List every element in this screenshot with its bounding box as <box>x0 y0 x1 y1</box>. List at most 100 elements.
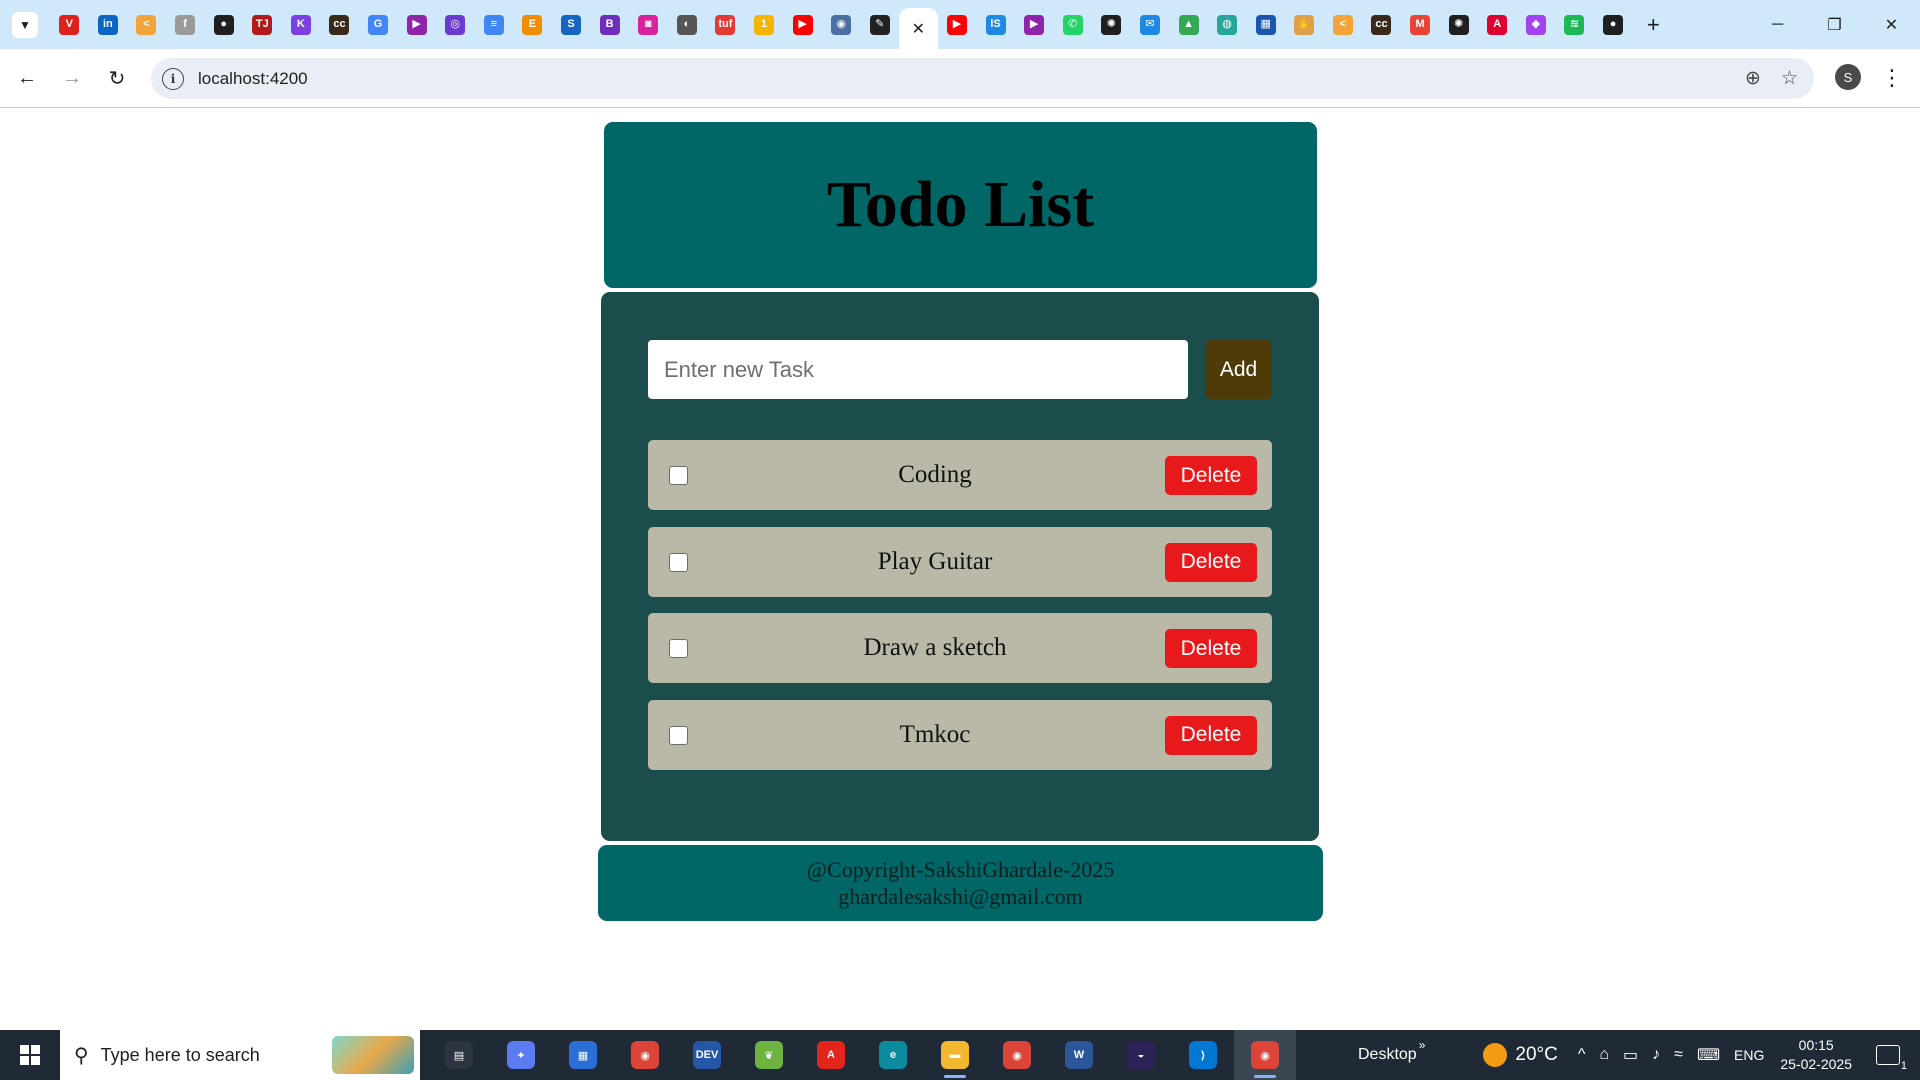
browser-tab[interactable]: ✺ <box>1439 0 1478 49</box>
browser-tab[interactable]: 1 <box>745 0 784 49</box>
add-task-button[interactable]: Add <box>1205 340 1272 399</box>
bookmark-star-icon[interactable]: ☆ <box>1781 67 1798 90</box>
browser-tab[interactable]: ✉ <box>1131 0 1170 49</box>
taskbar-app[interactable]: A <box>800 1030 862 1080</box>
task-checkbox[interactable] <box>669 725 688 745</box>
back-button[interactable]: ← <box>9 60 45 96</box>
new-task-input[interactable] <box>648 340 1188 399</box>
delete-task-button[interactable]: Delete <box>1165 715 1257 755</box>
browser-tab[interactable]: A <box>1478 0 1517 49</box>
start-button[interactable] <box>0 1030 60 1080</box>
browser-tab[interactable]: lS <box>976 0 1015 49</box>
tab-search-button[interactable]: ▼ <box>12 11 38 38</box>
show-hidden-icons-icon[interactable]: ^ <box>1578 1046 1586 1064</box>
close-icon[interactable]: ✕ <box>912 19 925 39</box>
reload-icon: ↻ <box>108 67 126 90</box>
browser-tab[interactable]: ◙ <box>629 0 668 49</box>
browser-tab[interactable]: M <box>1401 0 1440 49</box>
browser-tab[interactable]: ✋ <box>1285 0 1324 49</box>
taskbar-app[interactable]: ◉ <box>614 1030 676 1080</box>
new-tab-button[interactable]: + <box>1636 8 1670 42</box>
taskbar-app[interactable]: ◉ <box>1234 1030 1296 1080</box>
task-checkbox[interactable] <box>669 552 688 572</box>
browser-tab[interactable]: ✺ <box>1092 0 1131 49</box>
desktop-toolbar-label[interactable]: Desktop <box>1358 1046 1417 1064</box>
browser-tab[interactable]: tuf <box>706 0 745 49</box>
browser-tab-active[interactable]: ✕ <box>899 8 938 49</box>
browser-tab[interactable]: TJ <box>243 0 282 49</box>
task-checkbox[interactable] <box>669 466 688 485</box>
browser-tab[interactable]: ▦ <box>1246 0 1285 49</box>
close-window-button[interactable]: ✕ <box>1863 0 1920 49</box>
browser-tab[interactable]: ▶ <box>783 0 822 49</box>
taskbar-app[interactable]: DEV <box>676 1030 738 1080</box>
notification-center-button[interactable]: 1 <box>1876 1045 1907 1072</box>
language-indicator[interactable]: ENG <box>1734 1047 1764 1063</box>
browser-tab[interactable]: f <box>166 0 205 49</box>
address-bar[interactable]: i localhost:4200 ⊕ ☆ <box>151 58 1814 99</box>
keyboard-icon[interactable]: ⌨ <box>1697 1045 1720 1065</box>
taskbar-search[interactable]: ⚲ Type here to search <box>60 1030 420 1080</box>
browser-tab[interactable]: < <box>127 0 166 49</box>
profile-avatar[interactable]: S <box>1835 64 1861 90</box>
restore-button[interactable]: ❐ <box>1806 0 1863 49</box>
browser-tab[interactable]: ◎ <box>436 0 475 49</box>
meet-now-icon[interactable]: ⌂ <box>1599 1046 1609 1064</box>
task-checkbox[interactable] <box>669 639 688 658</box>
tab-strip: ▼ Vin < f ● TJ Kcc G ▶ ◎ ≡ E S B ◙ ◐ tuf 1 ▶ ◉ ✎ ✕ ▶ lS ▶ ✆ ✺ ✉ ▲ ◍ ▦… <box>0 0 1920 49</box>
browser-tab[interactable]: S <box>552 0 591 49</box>
reload-button[interactable]: ↻ <box>99 60 135 96</box>
taskbar-app[interactable]: W <box>1048 1030 1110 1080</box>
browser-tab[interactable]: cc <box>320 0 359 49</box>
browser-tab[interactable]: ◐ <box>668 0 707 49</box>
taskbar-app[interactable]: ▤ <box>428 1030 490 1080</box>
browser-tab[interactable]: ≡ <box>475 0 514 49</box>
site-info-icon[interactable]: i <box>162 67 184 90</box>
browser-tab[interactable]: ◆ <box>1517 0 1556 49</box>
taskbar-app[interactable]: e <box>862 1030 924 1080</box>
github-icon: ● <box>1603 14 1624 35</box>
browser-tab[interactable]: B <box>590 0 629 49</box>
zoom-icon[interactable]: ⊕ <box>1745 67 1761 90</box>
forward-button[interactable]: → <box>54 60 90 96</box>
wifi-icon[interactable]: ≈ <box>1674 1046 1683 1064</box>
search-highlight-image[interactable] <box>332 1036 414 1074</box>
browser-tab[interactable]: ▶ <box>1015 0 1054 49</box>
minimize-button[interactable]: ─ <box>1749 0 1806 49</box>
browser-tab[interactable]: in <box>89 0 128 49</box>
browser-tab[interactable]: K <box>282 0 321 49</box>
browser-tab[interactable]: ▶ <box>397 0 436 49</box>
weather-widget[interactable]: 20°C <box>1483 1043 1558 1067</box>
browser-tab[interactable]: ◍ <box>1208 0 1247 49</box>
taskbar-app[interactable]: ▦ <box>552 1030 614 1080</box>
double-chevron-icon[interactable]: » <box>1419 1038 1426 1052</box>
browser-tab[interactable]: ≋ <box>1555 0 1594 49</box>
browser-tab[interactable]: cc <box>1362 0 1401 49</box>
delete-task-button[interactable]: Delete <box>1165 456 1257 495</box>
volume-icon[interactable]: ♪ <box>1652 1046 1660 1064</box>
browser-tab[interactable]: V <box>50 0 89 49</box>
url-text[interactable]: localhost:4200 <box>198 69 308 89</box>
browser-menu-button[interactable]: ⋮ <box>1881 61 1903 95</box>
browser-tab[interactable]: ✆ <box>1053 0 1092 49</box>
taskbar-app[interactable]: ❦ <box>738 1030 800 1080</box>
browser-tab[interactable]: ▲ <box>1169 0 1208 49</box>
browser-tab[interactable]: G <box>359 0 398 49</box>
browser-tab[interactable]: ● <box>1594 0 1633 49</box>
browser-tab[interactable]: ◉ <box>822 0 861 49</box>
battery-icon[interactable]: ▭ <box>1623 1045 1638 1065</box>
taskbar-app[interactable]: ✦ <box>490 1030 552 1080</box>
browser-tab[interactable]: < <box>1324 0 1363 49</box>
taskbar-app[interactable]: ⟩ <box>1172 1030 1234 1080</box>
clock[interactable]: 00:15 25-02-2025 <box>1780 1036 1852 1074</box>
taskbar-app[interactable]: ◉ <box>986 1030 1048 1080</box>
delete-task-button[interactable]: Delete <box>1165 629 1257 668</box>
delete-task-button[interactable]: Delete <box>1165 542 1257 582</box>
taskbar-app[interactable]: ▬ <box>924 1030 986 1080</box>
taskbar-app[interactable]: ◒ <box>1110 1030 1172 1080</box>
browser-tab[interactable]: E <box>513 0 552 49</box>
browser-tab[interactable]: ✎ <box>860 0 899 49</box>
browser-tab[interactable]: ● <box>204 0 243 49</box>
browser-tab[interactable]: ▶ <box>938 0 977 49</box>
whatsapp-icon: ✆ <box>1062 14 1083 35</box>
